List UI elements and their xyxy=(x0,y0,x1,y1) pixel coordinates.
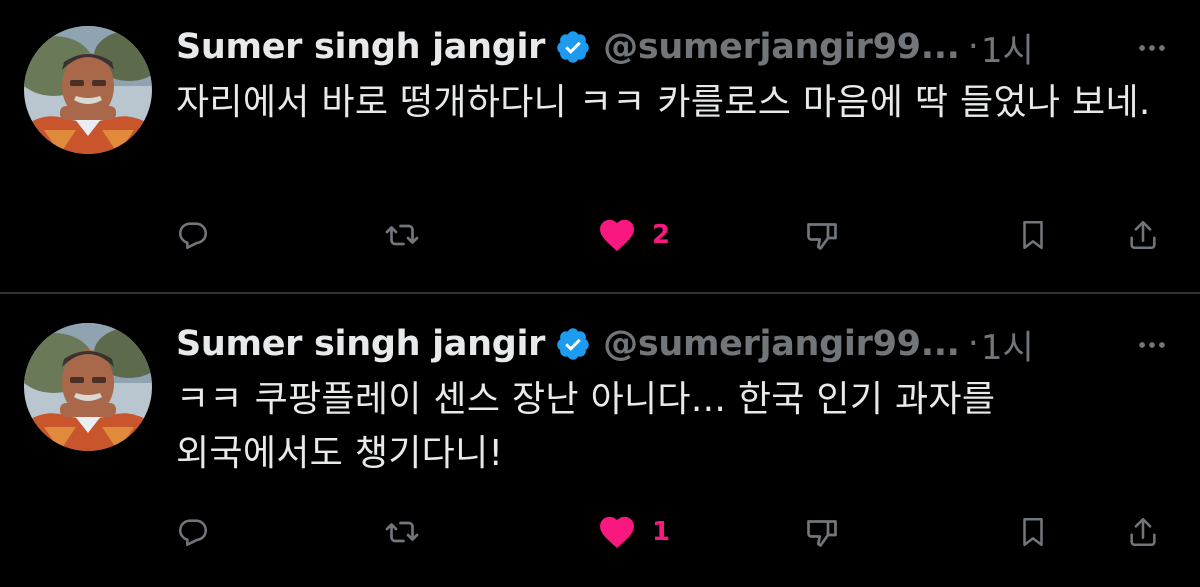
more-icon[interactable] xyxy=(1134,30,1170,66)
verified-badge-icon xyxy=(557,31,589,63)
like-button[interactable]: 1 xyxy=(596,509,670,555)
reply-button[interactable] xyxy=(176,212,210,258)
tweet[interactable]: Sumer singh jangir @sumerjangir99... · 1… xyxy=(0,0,1200,290)
share-icon xyxy=(1130,220,1156,250)
tweet-text: 자리에서 바로 떵개하다니 ㅋㅋ 카를로스 마음에 딱 들었나 보네. xyxy=(176,82,1151,123)
share-icon xyxy=(1130,517,1156,547)
verified-badge-icon xyxy=(557,328,589,360)
separator-dot: · xyxy=(967,27,979,67)
tweet-header: Sumer singh jangir @sumerjangir99... · 1… xyxy=(176,22,1166,72)
repost-button[interactable] xyxy=(384,509,420,555)
bookmark-button[interactable] xyxy=(1016,509,1050,555)
like-count: 1 xyxy=(652,517,671,547)
timestamp[interactable]: 1시 xyxy=(981,320,1034,369)
timestamp[interactable]: 1시 xyxy=(981,23,1034,72)
repost-button[interactable] xyxy=(384,212,420,258)
heart-icon xyxy=(600,516,634,549)
tweet-header: Sumer singh jangir @sumerjangir99... · 1… xyxy=(176,319,1166,369)
more-icon[interactable] xyxy=(1134,327,1170,363)
author-handle[interactable]: @sumerjangir99... xyxy=(603,27,960,67)
author-name[interactable]: Sumer singh jangir xyxy=(176,324,545,364)
bookmark-icon xyxy=(1023,220,1043,250)
share-button[interactable] xyxy=(1126,509,1160,555)
dislike-button[interactable] xyxy=(804,509,840,555)
author-handle[interactable]: @sumerjangir99... xyxy=(603,324,960,364)
repost-icon xyxy=(385,224,419,246)
bookmark-icon xyxy=(1023,517,1043,547)
bookmark-button[interactable] xyxy=(1016,212,1050,258)
tweet[interactable]: Sumer singh jangir @sumerjangir99... · 1… xyxy=(0,297,1200,587)
dislike-icon xyxy=(807,520,837,547)
tweet-text: ㅋㅋ 쿠팡플레이 센스 장난 아니다... 한국 인기 과자를 외국에서도 챙기… xyxy=(176,379,996,474)
avatar[interactable] xyxy=(24,323,152,451)
divider xyxy=(0,292,1200,294)
repost-icon xyxy=(385,521,419,543)
like-button[interactable]: 2 xyxy=(596,212,670,258)
heart-icon xyxy=(600,219,634,252)
avatar[interactable] xyxy=(24,26,152,154)
action-bar: 1 xyxy=(176,509,1176,555)
separator-dot: · xyxy=(967,324,979,364)
dislike-icon xyxy=(807,223,837,250)
like-count: 2 xyxy=(652,220,671,250)
author-name[interactable]: Sumer singh jangir xyxy=(176,27,545,67)
action-bar: 2 xyxy=(176,212,1176,258)
reply-icon xyxy=(178,519,208,547)
share-button[interactable] xyxy=(1126,212,1160,258)
reply-icon xyxy=(178,222,208,250)
dislike-button[interactable] xyxy=(804,212,840,258)
reply-button[interactable] xyxy=(176,509,210,555)
